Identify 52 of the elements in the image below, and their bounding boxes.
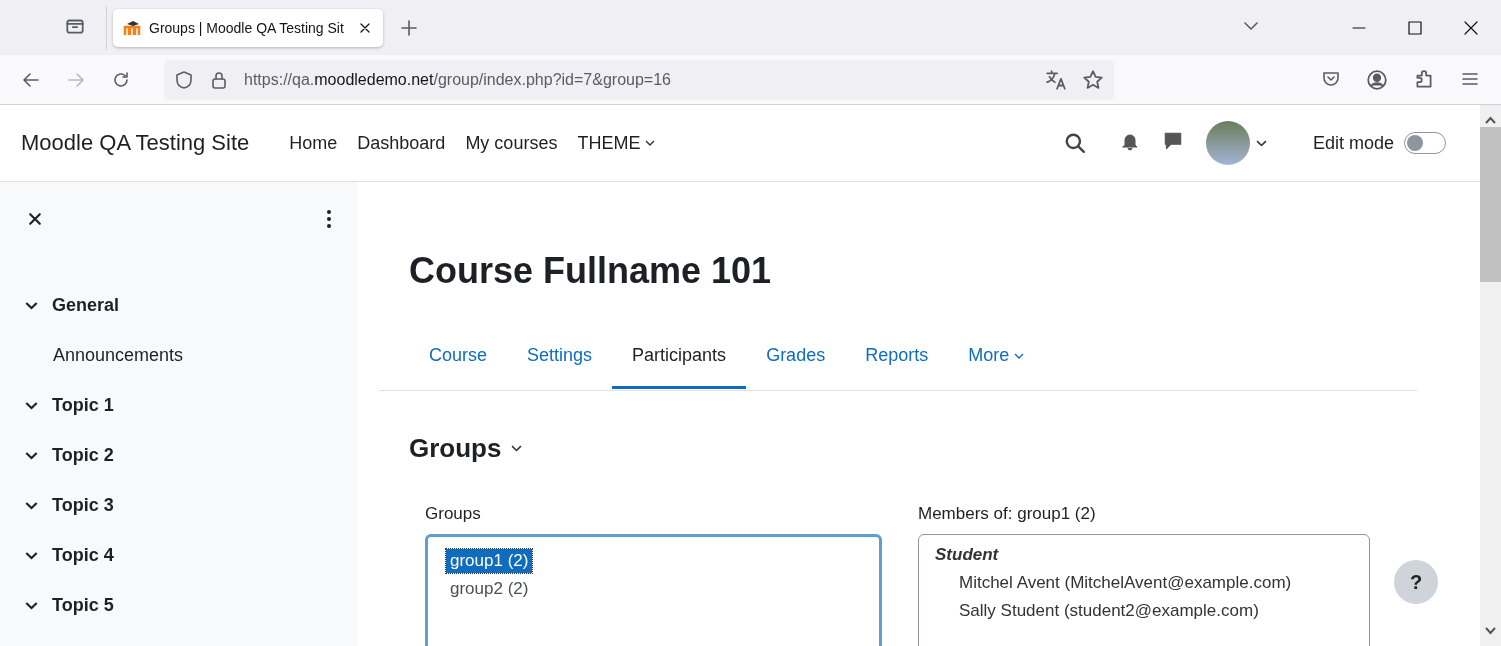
course-tab[interactable]: More bbox=[948, 322, 1045, 389]
nav-link[interactable]: Home bbox=[289, 132, 338, 154]
course-tab[interactable]: Settings bbox=[507, 322, 613, 389]
groups-listbox[interactable]: group1 (2) group2 (2) bbox=[425, 534, 882, 646]
account-icon[interactable] bbox=[1366, 68, 1388, 91]
tab-title: Groups | Moodle QA Testing Sit bbox=[149, 19, 345, 36]
role-heading: Student bbox=[935, 545, 1000, 565]
members-listbox[interactable]: Student Mitchel Avent (MitchelAvent@example.com) Sally Student (student2@example.com) bbox=[918, 534, 1370, 646]
edit-mode-toggle[interactable] bbox=[1404, 132, 1446, 154]
course-title: Course Fullname 101 bbox=[409, 250, 773, 292]
lock-icon[interactable] bbox=[209, 69, 229, 90]
caret-icon bbox=[511, 445, 523, 452]
group-option[interactable]: group1 (2) bbox=[446, 549, 533, 573]
groups-label: Groups bbox=[425, 504, 482, 524]
edit-mode-label: Edit mode bbox=[1312, 132, 1394, 154]
section-link[interactable]: Topic 2 bbox=[52, 444, 114, 466]
section-link[interactable]: Topic 5 bbox=[52, 594, 114, 616]
member-option[interactable]: Sally Student (student2@example.com) bbox=[935, 601, 1353, 621]
user-avatar[interactable] bbox=[1205, 121, 1250, 165]
caret-icon bbox=[1014, 352, 1025, 359]
more-options-icon[interactable] bbox=[327, 210, 331, 228]
member-option[interactable]: Mitchel Avent (MitchelAvent@example.com) bbox=[935, 573, 1353, 593]
nav-link[interactable]: Dashboard bbox=[357, 132, 446, 154]
reload-icon[interactable] bbox=[111, 69, 131, 90]
course-tab[interactable]: Course bbox=[409, 322, 508, 389]
course-tab[interactable]: Participants bbox=[612, 322, 747, 389]
section-link[interactable]: Topic 3 bbox=[52, 494, 114, 516]
activity-link[interactable]: Announcements bbox=[53, 344, 184, 366]
url-text: https://qa.moodledemo.net/group/index.php?id=7&group=16 bbox=[244, 70, 672, 89]
site-name[interactable]: Moodle QA Testing Site bbox=[21, 130, 250, 156]
section-link[interactable]: Topic 1 bbox=[52, 394, 114, 416]
moodle-logo-icon bbox=[123, 19, 143, 36]
section-link[interactable]: Topic 4 bbox=[52, 544, 114, 566]
group-option[interactable]: group2 (2) bbox=[446, 577, 533, 601]
new-tab-icon[interactable] bbox=[399, 17, 419, 38]
translate-icon[interactable] bbox=[1045, 68, 1067, 91]
caret-icon bbox=[1255, 139, 1267, 147]
shield-icon[interactable] bbox=[174, 69, 194, 90]
caret-icon bbox=[645, 140, 656, 146]
members-label: Members of: group1 (2) bbox=[918, 504, 1097, 524]
help-button[interactable]: ? bbox=[1394, 560, 1438, 604]
browser-tab[interactable]: Groups | Moodle QA Testing Sit bbox=[113, 8, 383, 47]
section-link[interactable]: General bbox=[52, 294, 120, 316]
star-icon[interactable] bbox=[1082, 68, 1104, 91]
address-bar[interactable]: https://qa.moodledemo.net/group/index.php?id=7&group=16 bbox=[164, 59, 1114, 100]
page-heading: Groups bbox=[409, 433, 502, 464]
close-icon[interactable] bbox=[27, 211, 43, 227]
course-tab[interactable]: Reports bbox=[845, 322, 949, 389]
course-tab[interactable]: Grades bbox=[746, 322, 846, 389]
search-icon[interactable] bbox=[1063, 132, 1086, 154]
nav-link[interactable]: THEME bbox=[577, 132, 656, 154]
nav-link[interactable]: My courses bbox=[465, 132, 558, 154]
